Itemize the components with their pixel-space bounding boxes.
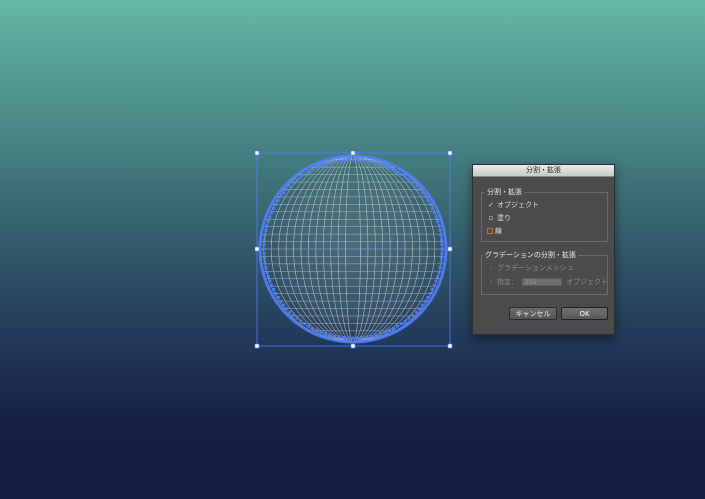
fill-label: 塗り [497, 214, 511, 222]
checkmark-icon: ✓ [488, 201, 494, 209]
unchecked-box-icon: ▫ [488, 214, 494, 222]
specify-unit-label: オブジェクト [566, 278, 608, 286]
specify-label: 指定： [497, 278, 518, 286]
radio-icon: ◦ [488, 278, 494, 286]
ok-button[interactable]: OK [561, 307, 608, 320]
gradient-mesh-label: グラデーションメッシュ [497, 264, 574, 272]
sphere-mesh-object[interactable] [258, 154, 448, 344]
focused-checkbox-icon [487, 228, 493, 234]
dialog-title[interactable]: 分割・拡張 [473, 165, 614, 177]
object-label: オブジェクト [497, 201, 539, 209]
gradient-mesh-radio[interactable]: ◦ グラデーションメッシュ [487, 263, 574, 273]
object-checkbox[interactable]: ✓ オブジェクト [487, 200, 539, 210]
gradient-group-title: グラデーションの分割・拡張 [483, 250, 578, 260]
stroke-label: 線 [495, 227, 502, 235]
expand-group-title: 分割・拡張 [485, 187, 524, 197]
expand-dialog: 分割・拡張 分割・拡張 ✓ オブジェクト ▫ 塗り 線 グラデーションの分割・拡… [472, 164, 615, 335]
fill-checkbox[interactable]: ▫ 塗り [487, 213, 511, 223]
cancel-button[interactable]: キャンセル [509, 307, 557, 320]
radio-icon: ◦ [488, 264, 494, 272]
stroke-checkbox[interactable]: 線 [487, 226, 502, 236]
gradient-group [481, 255, 608, 295]
specify-radio[interactable]: ◦ 指定： 255 オブジェクト [487, 277, 608, 287]
specify-objects-input[interactable]: 255 [522, 278, 562, 286]
